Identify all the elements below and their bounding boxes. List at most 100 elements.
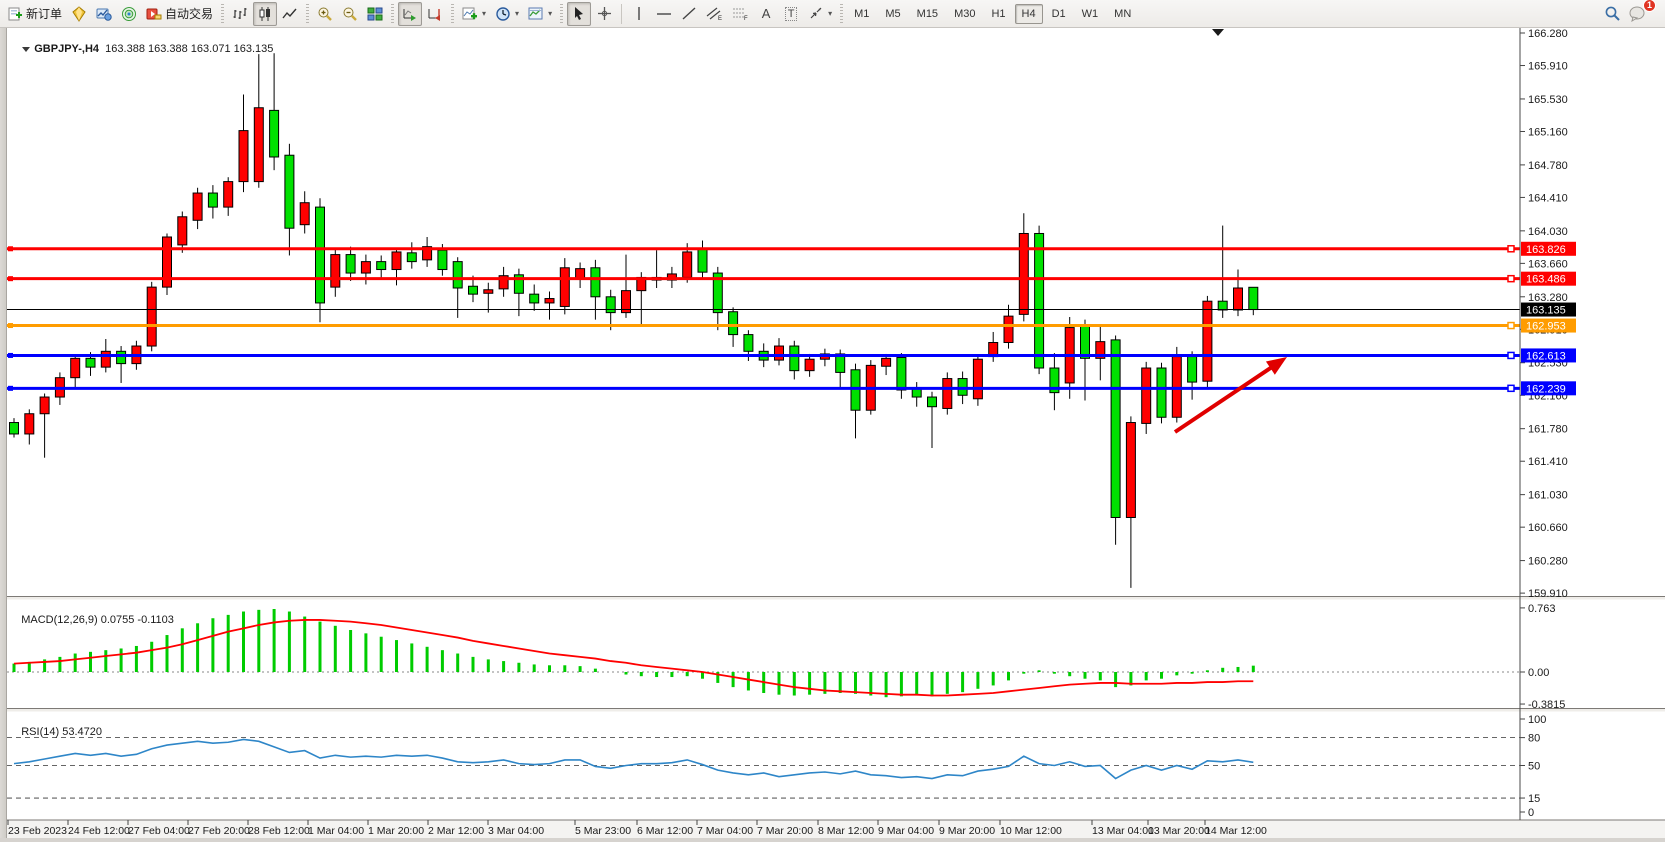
auto-scroll-button[interactable] bbox=[398, 2, 422, 26]
bear-candle[interactable] bbox=[1111, 340, 1120, 518]
bear-candle[interactable] bbox=[438, 250, 447, 269]
bull-candle[interactable] bbox=[683, 252, 692, 277]
line-right-handle[interactable] bbox=[1508, 323, 1514, 329]
market-watch-button[interactable] bbox=[92, 2, 116, 26]
timeframe-w1-button[interactable]: W1 bbox=[1075, 4, 1106, 24]
line-right-handle[interactable] bbox=[1508, 276, 1514, 282]
line-left-handle[interactable] bbox=[8, 353, 13, 358]
bear-candle[interactable] bbox=[744, 335, 753, 352]
candlestick-chart-button[interactable] bbox=[253, 2, 277, 26]
bear-candle[interactable] bbox=[729, 312, 738, 335]
channel-button[interactable]: E bbox=[702, 2, 727, 26]
bull-candle[interactable] bbox=[40, 397, 49, 414]
line-left-handle[interactable] bbox=[8, 276, 13, 281]
line-chart-button[interactable] bbox=[278, 2, 302, 26]
bull-candle[interactable] bbox=[805, 359, 814, 370]
chevron-down-icon[interactable] bbox=[22, 47, 30, 52]
bear-candle[interactable] bbox=[270, 110, 279, 157]
bull-candle[interactable] bbox=[1234, 288, 1243, 310]
bull-candle[interactable] bbox=[361, 262, 370, 273]
timeframe-h4-button[interactable]: H4 bbox=[1015, 4, 1043, 24]
bear-candle[interactable] bbox=[897, 357, 906, 390]
bear-candle[interactable] bbox=[606, 297, 615, 313]
search-button[interactable] bbox=[1600, 2, 1625, 26]
chart-canvas[interactable]: 166.280165.910165.530165.160164.780164.4… bbox=[0, 28, 1665, 842]
timeframe-h1-button[interactable]: H1 bbox=[984, 4, 1012, 24]
line-left-handle[interactable] bbox=[8, 386, 13, 391]
trendline-button[interactable] bbox=[677, 2, 701, 26]
bull-candle[interactable] bbox=[560, 268, 569, 307]
bear-candle[interactable] bbox=[698, 249, 707, 272]
bear-candle[interactable] bbox=[117, 351, 126, 363]
vertical-line-button[interactable] bbox=[627, 2, 651, 26]
bull-candle[interactable] bbox=[484, 290, 493, 294]
bull-candle[interactable] bbox=[1004, 316, 1013, 342]
bear-candle[interactable] bbox=[377, 262, 386, 270]
text-tool-button[interactable]: A bbox=[754, 2, 778, 26]
line-left-handle[interactable] bbox=[8, 323, 13, 328]
bull-candle[interactable] bbox=[71, 358, 80, 377]
timeframe-mn-button[interactable]: MN bbox=[1107, 4, 1138, 24]
bear-candle[interactable] bbox=[407, 253, 416, 262]
bear-candle[interactable] bbox=[591, 268, 600, 297]
fibonacci-button[interactable]: F bbox=[728, 2, 753, 26]
bear-candle[interactable] bbox=[469, 286, 478, 294]
line-right-handle[interactable] bbox=[1508, 352, 1514, 358]
arrows-tool-button[interactable]: ▾ bbox=[804, 2, 836, 26]
bear-candle[interactable] bbox=[1157, 368, 1166, 417]
navigator-button[interactable] bbox=[117, 2, 141, 26]
bear-candle[interactable] bbox=[453, 262, 462, 288]
bull-candle[interactable] bbox=[775, 346, 784, 360]
bear-candle[interactable] bbox=[790, 346, 799, 371]
bull-candle[interactable] bbox=[25, 414, 34, 434]
bull-candle[interactable] bbox=[943, 379, 952, 409]
line-left-handle[interactable] bbox=[8, 246, 13, 251]
timeframe-m1-button[interactable]: M1 bbox=[847, 4, 876, 24]
bull-candle[interactable] bbox=[254, 108, 263, 182]
tile-windows-button[interactable] bbox=[363, 2, 387, 26]
bull-candle[interactable] bbox=[178, 217, 187, 245]
zoom-out-button[interactable] bbox=[338, 2, 362, 26]
bear-candle[interactable] bbox=[86, 358, 95, 367]
label-tool-button[interactable]: T bbox=[779, 2, 803, 26]
bear-candle[interactable] bbox=[1081, 325, 1090, 358]
bull-candle[interactable] bbox=[1142, 368, 1151, 423]
auto-trading-button[interactable]: 自动交易 bbox=[142, 2, 217, 26]
bear-candle[interactable] bbox=[530, 294, 539, 303]
bull-candle[interactable] bbox=[973, 359, 982, 399]
bear-candle[interactable] bbox=[928, 397, 937, 407]
bull-candle[interactable] bbox=[193, 193, 202, 220]
bear-candle[interactable] bbox=[346, 255, 355, 273]
bear-candle[interactable] bbox=[1188, 357, 1197, 382]
chat-button[interactable]: 1 bbox=[1625, 2, 1651, 26]
bear-candle[interactable] bbox=[851, 370, 860, 410]
timeframe-m5-button[interactable]: M5 bbox=[878, 4, 907, 24]
horizontal-line-button[interactable] bbox=[652, 2, 676, 26]
bull-candle[interactable] bbox=[331, 255, 340, 288]
periods-button[interactable]: ▾ bbox=[491, 2, 523, 26]
bear-candle[interactable] bbox=[285, 155, 294, 228]
bull-candle[interactable] bbox=[545, 299, 554, 303]
bull-candle[interactable] bbox=[1203, 301, 1212, 381]
bull-candle[interactable] bbox=[239, 131, 248, 182]
new-order-button[interactable]: 新订单 bbox=[4, 2, 66, 26]
gold-tool-button[interactable] bbox=[67, 2, 91, 26]
bear-candle[interactable] bbox=[316, 207, 325, 303]
crosshair-button[interactable] bbox=[592, 2, 616, 26]
line-right-handle[interactable] bbox=[1508, 246, 1514, 252]
bull-candle[interactable] bbox=[392, 252, 401, 270]
bear-candle[interactable] bbox=[1218, 301, 1227, 310]
bear-candle[interactable] bbox=[1249, 287, 1258, 309]
bear-candle[interactable] bbox=[1035, 233, 1044, 368]
bull-candle[interactable] bbox=[300, 203, 309, 225]
bull-candle[interactable] bbox=[101, 351, 110, 367]
bear-candle[interactable] bbox=[208, 193, 217, 207]
line-right-handle[interactable] bbox=[1508, 385, 1514, 391]
zoom-in-button[interactable] bbox=[313, 2, 337, 26]
bear-candle[interactable] bbox=[10, 423, 19, 434]
bar-chart-button[interactable] bbox=[228, 2, 252, 26]
bull-candle[interactable] bbox=[147, 287, 156, 346]
bull-candle[interactable] bbox=[1019, 233, 1028, 314]
timeframe-m15-button[interactable]: M15 bbox=[910, 4, 945, 24]
indicators-button[interactable]: ▾ bbox=[458, 2, 490, 26]
